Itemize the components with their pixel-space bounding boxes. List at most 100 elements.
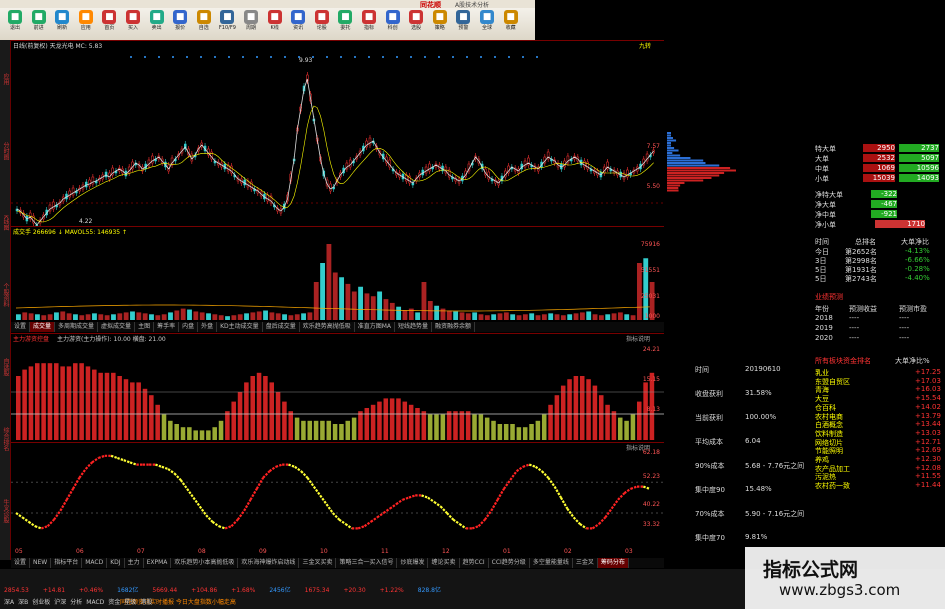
toolbar-trade-button[interactable]: ■ 委托 — [336, 10, 354, 33]
indicator-tab[interactable]: 三金叉买卖 — [299, 558, 337, 568]
indicator-tab[interactable]: 指标平台 — [51, 558, 83, 568]
left-tab[interactable]: 自选股 — [0, 334, 10, 400]
left-tab[interactable]: 应用 — [0, 46, 10, 112]
indicator1-chart[interactable] — [11, 344, 664, 442]
toolbar-filter-button[interactable]: ■ 选股 — [407, 10, 425, 33]
volume-indicator-tab[interactable]: 虚拟成交量 — [98, 322, 136, 332]
toolbar-favorite-button[interactable]: ■ 收藏 — [502, 10, 520, 33]
toolbar-home-button[interactable]: ■ 首页 — [100, 10, 118, 33]
indicator2-segment — [46, 518, 55, 527]
indicator-tab[interactable]: 三金叉 — [573, 558, 598, 568]
volume-indicator-tab[interactable]: 成交量 — [30, 322, 56, 332]
volume-indicator-tab[interactable]: KD主动成交量 — [217, 322, 263, 332]
bottom-menu-item[interactable]: 深B — [18, 599, 28, 606]
left-tab[interactable]: 分时图 — [0, 118, 10, 184]
toolbar-kline-button[interactable]: ■ K线 — [266, 10, 284, 33]
indicator1-bar — [541, 414, 547, 440]
toolbar-back-button[interactable]: ■ 退出 — [6, 10, 24, 33]
indicator-tab[interactable]: 炒底爆发 — [397, 558, 429, 568]
volume-pane[interactable]: 成交手 266696 ↓ MAVOL55: 146935 ↑ 75916 515… — [11, 226, 664, 322]
toolbar-f10-button[interactable]: ■ F10/F9 — [218, 10, 236, 33]
sector-row[interactable]: 农村药一致 +11.44 — [815, 481, 941, 491]
bottom-menu-item[interactable]: 资金 — [108, 599, 120, 606]
indicator-tab[interactable]: 设置 — [11, 558, 31, 568]
bottom-menu-item[interactable]: MACD — [86, 599, 104, 606]
ranking-ratio: -6.66% — [905, 256, 930, 264]
bottom-menu-item[interactable]: 创业板 — [32, 599, 50, 606]
indicator2-chart[interactable] — [11, 447, 664, 548]
toolbar-data-button[interactable]: ■ 指标 — [360, 10, 378, 33]
toolbar-label: 策略 — [434, 25, 445, 31]
volume-indicator-tab[interactable]: 筹手率 — [154, 322, 180, 332]
left-tab[interactable]: 个股资料 — [0, 262, 10, 328]
back-icon: ■ — [8, 10, 22, 24]
volume-indicator-tab[interactable]: 短线趋势量 — [395, 322, 433, 332]
bottom-menu-item[interactable]: 分析 — [70, 599, 82, 606]
toolbar-bookmark-button[interactable]: ■ 周期 — [242, 10, 260, 33]
toolbar-menu-button[interactable]: ■ 应用 — [77, 10, 95, 33]
toolbar-news-button[interactable]: ■ 论股 — [313, 10, 331, 33]
toolbar-chart-button[interactable]: ■ 自选 — [195, 10, 213, 33]
indicator-tab[interactable]: 欢乐海神爆炸启动线 — [238, 558, 300, 568]
toolbar-quote-button[interactable]: ■ 报价 — [171, 10, 189, 33]
indicator-tab[interactable]: KDJ — [107, 558, 125, 568]
indicator1-bar — [16, 376, 21, 440]
volume-indicator-tab[interactable]: 多周期成交量 — [55, 322, 99, 332]
indicator2-segment — [312, 485, 322, 497]
toolbar-refresh-button[interactable]: ■ 刷新 — [53, 10, 71, 33]
indicator-tab[interactable]: 欢乐趋势小本高抛低吸 — [171, 558, 239, 568]
chip-info-row: 70%成本 5.90 - 7.16元之间 — [695, 509, 804, 519]
indicator1-pane[interactable]: 主力游资控盘 主力游资(主力操作): 10.00 横盘: 21.00 指标说明 … — [11, 333, 664, 442]
chip-distribution-chart[interactable] — [665, 130, 745, 192]
toolbar-label: 论股 — [316, 25, 327, 31]
volume-indicator-tab[interactable]: 内盘 — [179, 322, 199, 332]
toolbar-sell-button[interactable]: ■ 卖出 — [148, 10, 166, 33]
bottom-menu-item[interactable]: 港股 — [140, 599, 152, 606]
indicator2-pane[interactable]: 指标说明 62.18 52.23 40.22 33.32 — [11, 442, 664, 548]
indicator2-segment — [408, 494, 416, 499]
toolbar-strategy-button[interactable]: ■ 策略 — [431, 10, 449, 33]
indicator-tab[interactable]: 策略三合一买入信号 — [336, 558, 398, 568]
x-axis-label: 07 — [137, 548, 145, 555]
left-tab[interactable]: 牛叉诊股 — [0, 478, 10, 544]
indicator-tab[interactable]: NEW — [30, 558, 52, 568]
volume-indicator-tab[interactable]: 主图 — [135, 322, 155, 332]
chip-info-row: 集中度70 9.81% — [695, 533, 767, 543]
toolbar-global-button[interactable]: ■ 全球 — [478, 10, 496, 33]
volume-indicator-tab[interactable]: 设置 — [11, 322, 31, 332]
volume-indicator-tab[interactable]: 准直方图MA — [355, 322, 396, 332]
left-tab[interactable]: K线图 — [0, 190, 10, 256]
volume-indicator-tab[interactable]: 融资融券余额 — [432, 322, 476, 332]
kline-pane[interactable]: 日线(前复权) 天龙光电 MC: 5.83 九转 7.57 5.50 9.93 … — [11, 40, 664, 226]
toolbar-info-button[interactable]: ■ 资讯 — [289, 10, 307, 33]
indicator2-segment — [395, 498, 404, 506]
toolbar-label: 卖出 — [151, 25, 162, 31]
indicator-tab[interactable]: 筹码分布 — [597, 558, 629, 568]
indicator1-bar — [358, 411, 363, 440]
indicator-tab[interactable]: EXPMA — [144, 558, 172, 568]
volume-indicator-tab[interactable]: 外盘 — [198, 322, 218, 332]
left-tab[interactable]: 综合排名 — [0, 406, 10, 472]
toolbar-monitor-button[interactable]: ■ 预警 — [454, 10, 472, 33]
indicator1-bar — [421, 411, 427, 440]
toolbar-forward-button[interactable]: ■ 前进 — [30, 10, 48, 33]
volume-indicator-tab[interactable]: 盘后成交量 — [263, 322, 300, 332]
indicator-tab[interactable]: 趋势CCI — [460, 558, 489, 568]
indicator-tab[interactable]: 主力 — [125, 558, 144, 568]
indicator-tab[interactable]: 缠论买卖 — [428, 558, 460, 568]
indicator-tab[interactable]: CCI趋势分级 — [489, 558, 530, 568]
bottom-menu-item[interactable]: 星级 — [124, 599, 136, 606]
toolbar-buy-button[interactable]: ■ 买入 — [124, 10, 142, 33]
chip-info-value: 6.04 — [745, 437, 761, 445]
indicator2-segment — [490, 499, 499, 512]
volume-indicator-tab[interactable]: 欢乐趋势高抛低吸 — [300, 322, 355, 332]
toolbar-tech-button[interactable]: ■ 科创 — [384, 10, 402, 33]
indicator-tab[interactable]: MACD — [82, 558, 108, 568]
bottom-menu-item[interactable]: 沪深 — [54, 599, 66, 606]
indicator-tab[interactable]: 多空量能量线 — [530, 558, 573, 568]
volume-chart[interactable] — [11, 237, 664, 322]
kline-chart[interactable] — [11, 51, 664, 226]
indicator1-help-link[interactable]: 指标说明 — [626, 334, 650, 344]
bottom-menu-item[interactable]: 深A — [4, 599, 14, 606]
tech-icon: ■ — [385, 10, 400, 24]
